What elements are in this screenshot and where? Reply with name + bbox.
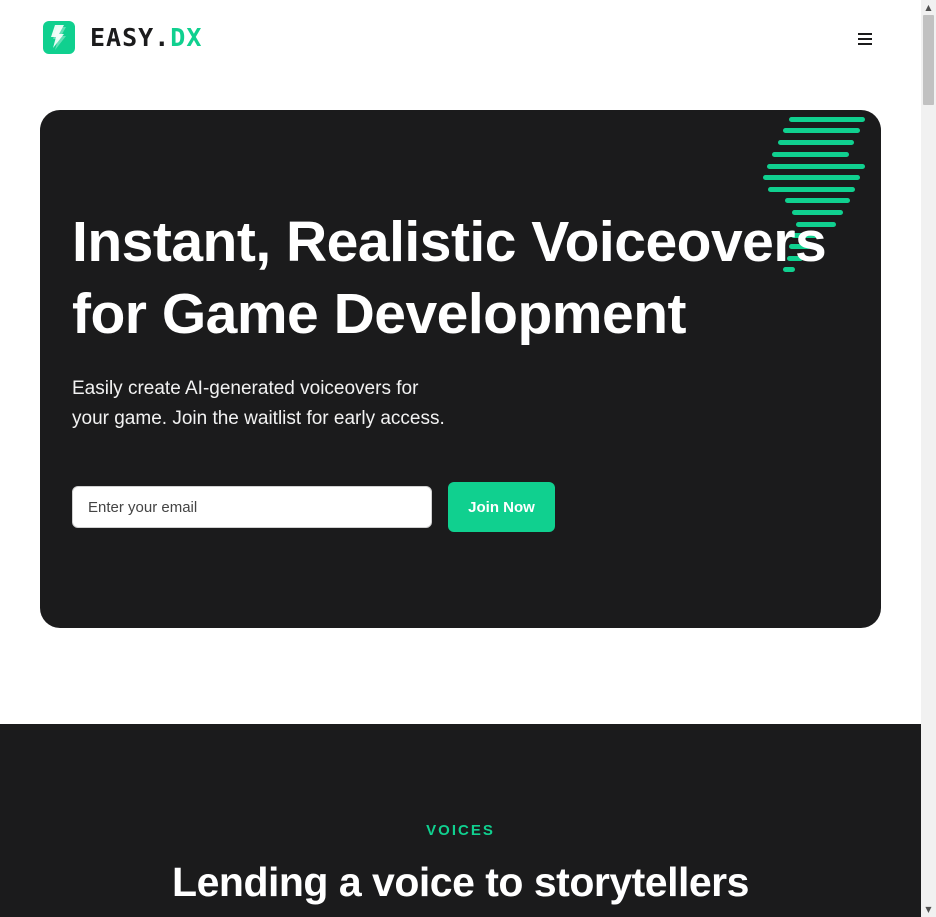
menu-bar (858, 38, 872, 40)
striped-bolt-decoration (763, 117, 865, 272)
page: EASY.DX Instant, Realistic Voiceovers fo… (0, 0, 921, 917)
site-header: EASY.DX (0, 0, 921, 78)
email-input[interactable] (72, 486, 432, 528)
voices-eyebrow: VOICES (426, 822, 495, 839)
brand-accent: DX (170, 23, 203, 52)
hero-section: Instant, Realistic Voiceovers for Game D… (40, 110, 881, 628)
brand-logo-text[interactable]: EASY.DX (90, 22, 202, 54)
menu-bar (858, 43, 872, 45)
scrollbar-thumb[interactable] (923, 15, 934, 105)
scroll-up-arrow-icon[interactable]: ▲ (921, 0, 936, 15)
vertical-scrollbar[interactable]: ▲ ▼ (921, 0, 936, 917)
hero-title-line: Instant, Realistic Voiceovers (72, 210, 827, 274)
hero-title-line: for Game Development (72, 282, 687, 346)
voices-title: Lending a voice to storytellers (172, 859, 749, 905)
hero-title: Instant, Realistic Voiceovers for Game D… (72, 206, 862, 350)
voices-section: VOICES Lending a voice to storytellers (0, 724, 921, 917)
scroll-down-arrow-icon[interactable]: ▼ (921, 902, 936, 917)
join-now-button[interactable]: Join Now (448, 482, 555, 532)
hamburger-menu-icon[interactable] (855, 30, 875, 48)
menu-bar (858, 33, 872, 35)
hero-subtitle: Easily create AI-generated voiceovers fo… (72, 374, 472, 434)
brand-main: EASY. (90, 23, 171, 52)
hero-subtitle-line: your game. Join the waitlist for early a… (72, 408, 445, 429)
hero-subtitle-line: Easily create AI-generated voiceovers fo… (72, 378, 419, 399)
lightning-bolt-icon[interactable] (43, 21, 75, 54)
